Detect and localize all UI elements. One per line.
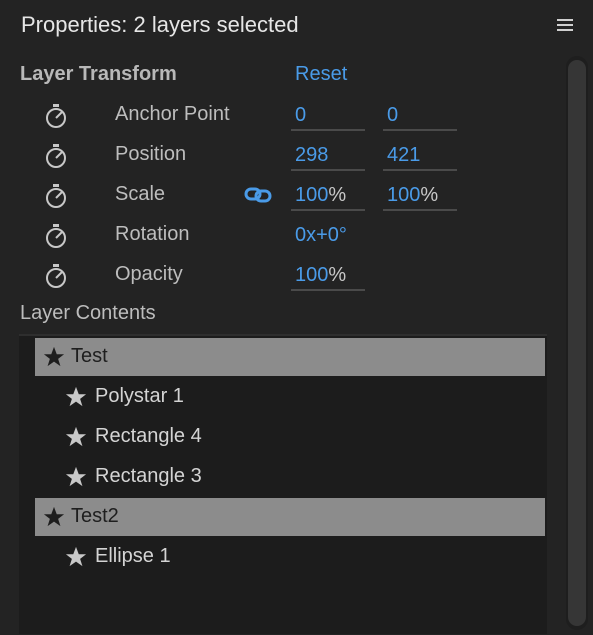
stopwatch-icon[interactable] <box>44 183 68 209</box>
stopwatch-icon[interactable] <box>44 143 68 169</box>
anchor-point-y-field[interactable]: 0 <box>383 101 457 131</box>
layer-contents-heading: Layer Contents <box>20 302 156 324</box>
property-label: Rotation <box>115 223 190 245</box>
property-row-rotation: Rotation 0x+0° <box>0 215 560 255</box>
field-value: 100 <box>387 184 421 206</box>
tree-item-label: Polystar 1 <box>95 385 184 407</box>
scale-x-field[interactable]: 100% <box>291 181 365 211</box>
stopwatch-icon[interactable] <box>44 263 68 289</box>
position-y-field[interactable]: 421 <box>383 141 457 171</box>
tree-item-label: Rectangle 3 <box>95 465 202 487</box>
field-value: 0x+0° <box>295 224 347 246</box>
tree-item-label: Ellipse 1 <box>95 545 171 567</box>
link-icon[interactable] <box>244 185 272 205</box>
layer-transform-heading: Layer Transform <box>20 63 177 85</box>
property-row-scale: Scale 100% 100% <box>0 175 560 215</box>
field-unit: % <box>328 264 347 286</box>
stopwatch-icon[interactable] <box>44 103 68 129</box>
tree-item-polystar-1[interactable]: Polystar 1 <box>35 378 545 416</box>
hamburger-icon[interactable] <box>556 16 576 36</box>
field-unit: % <box>420 184 439 206</box>
tree-item-label: Rectangle 4 <box>95 425 202 447</box>
star-icon <box>65 426 87 447</box>
property-row-anchor-point: Anchor Point 0 0 <box>0 95 560 135</box>
star-icon <box>43 346 65 367</box>
tree-item-label: Test <box>71 345 108 367</box>
field-value: 298 <box>295 144 329 166</box>
panel-title: Properties: 2 layers selected <box>21 12 299 37</box>
tree-item-rectangle-3[interactable]: Rectangle 3 <box>35 458 545 496</box>
star-icon <box>65 466 87 487</box>
anchor-point-x-field[interactable]: 0 <box>291 101 365 131</box>
property-row-opacity: Opacity 100% <box>0 255 560 295</box>
layer-contents-tree[interactable]: Test Polystar 1 Rectangle 4 Rectangle 3 … <box>19 334 547 634</box>
panel-header: Properties: 2 layers selected <box>0 0 593 52</box>
field-value: 100 <box>295 184 329 206</box>
reset-link[interactable]: Reset <box>295 63 347 86</box>
opacity-field[interactable]: 100% <box>291 261 365 291</box>
field-unit: % <box>328 184 347 206</box>
property-label: Anchor Point <box>115 103 230 125</box>
property-row-position: Position 298 421 <box>0 135 560 175</box>
field-value: 0 <box>387 104 399 126</box>
field-value: 421 <box>387 144 421 166</box>
star-icon <box>65 546 87 567</box>
scale-y-field[interactable]: 100% <box>383 181 457 211</box>
scrollbar-thumb[interactable] <box>568 60 586 626</box>
tree-item-label: Test2 <box>71 505 119 527</box>
tree-item-rectangle-4[interactable]: Rectangle 4 <box>35 418 545 456</box>
property-label: Opacity <box>115 263 183 285</box>
tree-item-test[interactable]: Test <box>35 338 545 376</box>
tree-item-ellipse-1[interactable]: Ellipse 1 <box>35 538 545 576</box>
field-value: 100 <box>295 264 329 286</box>
property-label: Position <box>115 143 187 165</box>
rotation-field[interactable]: 0x+0° <box>291 221 365 251</box>
tree-item-test2[interactable]: Test2 <box>35 498 545 536</box>
property-label: Scale <box>115 183 166 205</box>
star-icon <box>43 506 65 527</box>
position-x-field[interactable]: 298 <box>291 141 365 171</box>
field-value: 0 <box>295 104 307 126</box>
star-icon <box>65 386 87 407</box>
stopwatch-icon[interactable] <box>44 223 68 249</box>
